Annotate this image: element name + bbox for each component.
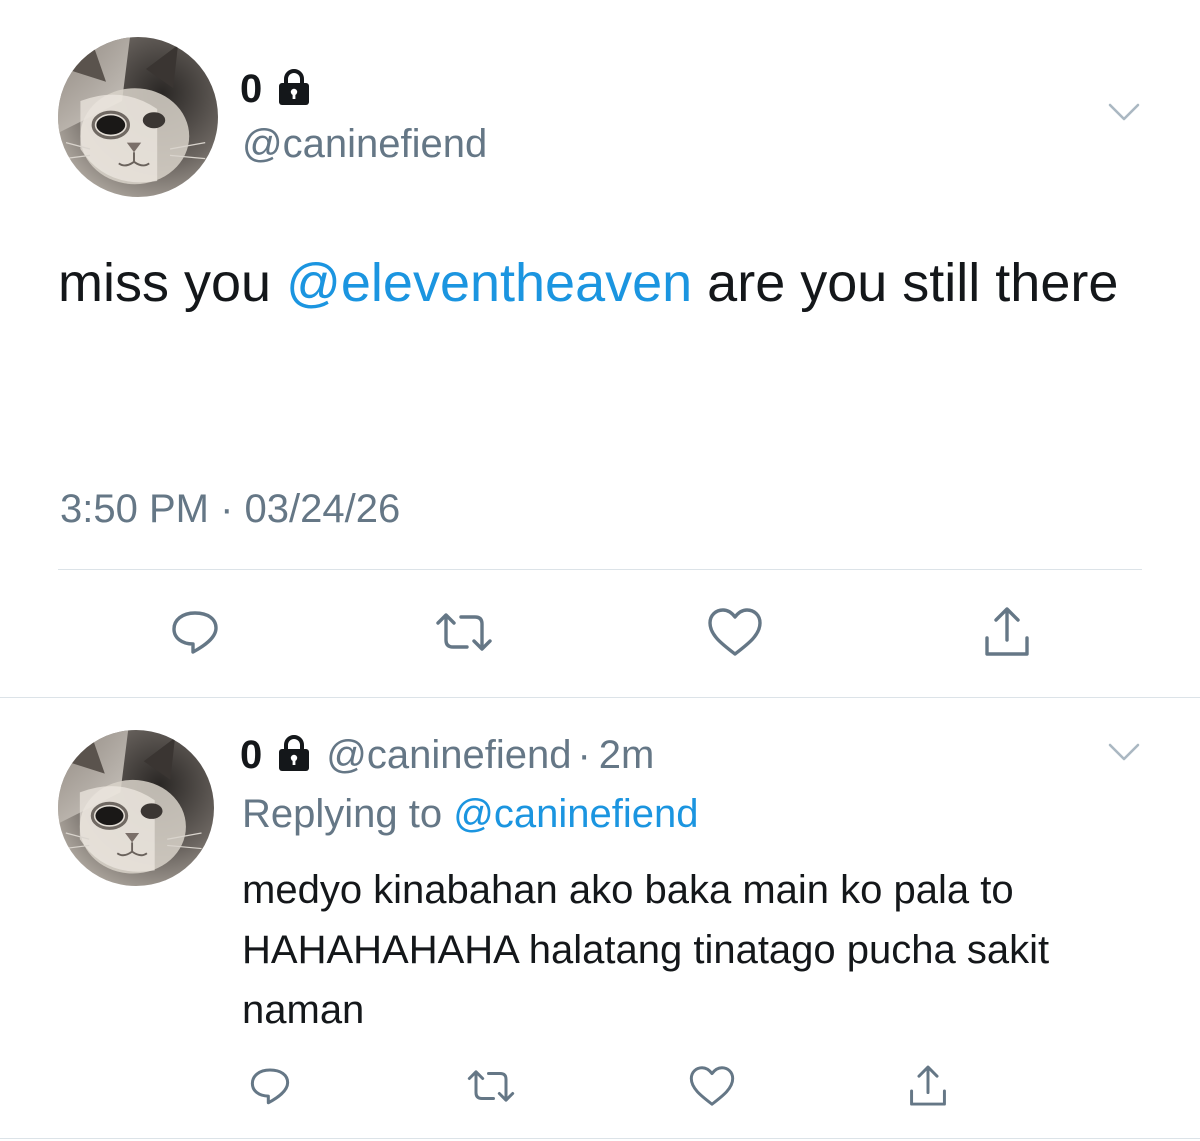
reply-button[interactable]: [160, 600, 230, 664]
tweet-text-start: miss you: [58, 253, 287, 313]
chevron-down-icon[interactable]: [1106, 100, 1142, 129]
avatar[interactable]: [58, 37, 218, 197]
retweet-button[interactable]: [461, 1058, 521, 1114]
reply-icon: [172, 611, 218, 654]
replying-to-label: Replying to: [242, 792, 443, 836]
share-button[interactable]: [972, 600, 1042, 664]
like-icon: [689, 1066, 735, 1106]
avatar[interactable]: [58, 730, 214, 886]
display-name[interactable]: 0: [240, 69, 262, 109]
like-button[interactable]: [700, 600, 770, 664]
tweet-time-ago[interactable]: 2m: [599, 735, 655, 775]
reply-header: 0 @caninefiend · 2m: [240, 729, 654, 781]
tweet-text: medyo kinabahan ako baka main ko pala to…: [242, 868, 1050, 1032]
tweet-text-end: are you still there: [692, 253, 1119, 313]
reply-icon: [250, 1068, 290, 1105]
lock-icon: [274, 67, 314, 112]
share-icon: [985, 607, 1029, 656]
share-icon: [910, 1065, 946, 1106]
divider: [58, 569, 1142, 570]
retweet-button[interactable]: [429, 600, 499, 664]
main-tweet: 0 @caninefiend miss you @eleventheaven a…: [0, 0, 1200, 697]
author-name-row[interactable]: 0: [240, 64, 314, 114]
chevron-down-icon[interactable]: [1106, 740, 1142, 769]
mention-link[interactable]: @eleventheaven: [286, 253, 692, 313]
retweet-icon: [436, 613, 492, 651]
replying-to-link[interactable]: @caninefiend: [453, 792, 698, 836]
avatar-image: [58, 37, 218, 197]
like-button[interactable]: [682, 1058, 742, 1114]
avatar-image: [58, 730, 214, 886]
like-icon: [708, 608, 762, 656]
divider: [0, 1138, 1200, 1139]
author-handle[interactable]: @caninefiend: [242, 118, 487, 170]
share-button[interactable]: [898, 1058, 958, 1114]
tweet-timestamp[interactable]: 3:50 PM · 03/24/26: [60, 485, 400, 533]
retweet-icon: [467, 1070, 515, 1102]
tweet-text: miss you @eleventheaven are you still th…: [58, 250, 1158, 316]
display-name[interactable]: 0: [240, 735, 262, 775]
separator-dot: ·: [577, 733, 591, 777]
reply-button[interactable]: [240, 1058, 300, 1114]
lock-icon: [274, 733, 314, 778]
author-handle[interactable]: @caninefiend: [326, 735, 571, 775]
replying-to: Replying to @caninefiend: [242, 790, 698, 838]
tweet-separator: [0, 697, 1200, 698]
